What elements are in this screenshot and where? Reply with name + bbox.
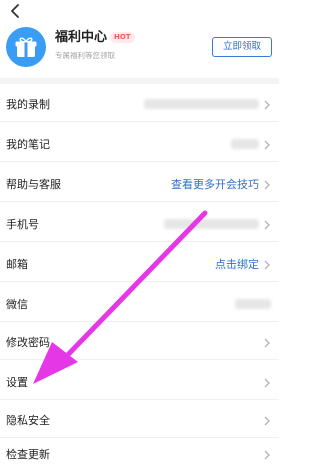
list-item-help-support[interactable]: 帮助与客服 查看更多开会技巧 [0, 168, 279, 202]
welfare-center-banner[interactable]: 福利中心 HOT 专属福利等您领取 立即领取 [0, 22, 279, 72]
blurred-value [144, 99, 259, 109]
list-item-label: 帮助与客服 [6, 178, 61, 191]
list-item-label: 邮箱 [6, 258, 28, 271]
list-item-label: 我的录制 [6, 98, 50, 111]
chevron-right-icon [264, 260, 270, 270]
back-arrow-icon [11, 4, 19, 18]
list-item-privacy[interactable]: 隐私安全 [0, 404, 279, 438]
list-item-change-password[interactable]: 修改密码 [0, 326, 279, 360]
back-button[interactable] [4, 0, 26, 22]
blurred-value [235, 299, 271, 309]
chevron-right-icon [264, 338, 270, 348]
list-item-label: 修改密码 [6, 336, 50, 349]
welfare-center-subtitle: 专属福利等您领取 [55, 51, 115, 60]
chevron-right-icon [264, 416, 270, 426]
list-item-email[interactable]: 邮箱 点击绑定 [0, 248, 279, 282]
chevron-right-icon [264, 180, 270, 190]
list-item-label: 检查更新 [6, 448, 50, 461]
help-tips-link[interactable]: 查看更多开会技巧 [171, 178, 259, 192]
list-item-my-notes[interactable]: 我的笔记 [0, 128, 279, 162]
welfare-center-title: 福利中心 [55, 30, 108, 45]
blurred-value [231, 139, 259, 149]
list-item-check-update[interactable]: 检查更新 [0, 438, 279, 472]
chevron-right-icon [264, 100, 270, 110]
chevron-right-icon [264, 220, 270, 230]
bind-email-link[interactable]: 点击绑定 [215, 258, 259, 272]
list-item-label: 手机号 [6, 218, 39, 231]
list-item-label: 设置 [6, 376, 28, 389]
hot-badge: HOT [110, 32, 135, 43]
blurred-value [164, 219, 259, 229]
list-item-wechat[interactable]: 微信 [0, 288, 279, 322]
section-divider [0, 78, 279, 84]
list-item-phone[interactable]: 手机号 [0, 208, 279, 242]
gift-icon [6, 27, 46, 67]
claim-now-button[interactable]: 立即领取 [212, 37, 272, 57]
list-item-my-recordings[interactable]: 我的录制 [0, 88, 279, 122]
chevron-right-icon [264, 140, 270, 150]
list-item-label: 微信 [6, 298, 28, 311]
settings-page: 福利中心 HOT 专属福利等您领取 立即领取 我的录制 我的笔记 帮助与客服 查… [0, 0, 279, 472]
list-item-label: 隐私安全 [6, 414, 50, 427]
list-item-label: 我的笔记 [6, 138, 50, 151]
list-item-settings[interactable]: 设置 [0, 366, 279, 400]
chevron-right-icon [264, 450, 270, 460]
chevron-right-icon [264, 378, 270, 388]
